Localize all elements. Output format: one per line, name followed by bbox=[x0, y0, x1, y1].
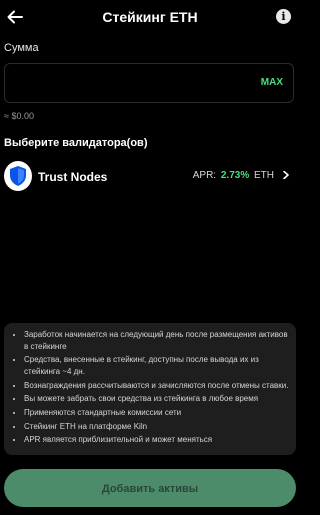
trust-shield-icon bbox=[10, 166, 26, 186]
info-item: Вознаграждения рассчитываются и зачисляю… bbox=[24, 380, 290, 392]
info-item: APR является приблизительной и может мен… bbox=[24, 434, 290, 446]
info-item: Вы можете забрать свои средства из стейк… bbox=[24, 393, 290, 405]
amount-label: Сумма bbox=[4, 42, 39, 54]
apr-label: APR: bbox=[192, 170, 217, 181]
apr-value: 2.73% bbox=[220, 170, 250, 181]
amount-input[interactable] bbox=[13, 72, 237, 96]
apr-token: ETH bbox=[254, 170, 274, 181]
info-icon[interactable]: i bbox=[276, 9, 291, 24]
info-item: Применяются стандартные комиссии сети bbox=[24, 407, 290, 419]
validator-name: Trust Nodes bbox=[38, 170, 108, 184]
staking-info-panel: Заработок начинается на следующий день п… bbox=[4, 323, 296, 455]
validator-section-label: Выберите валидатора(ов) bbox=[4, 137, 148, 149]
chevron-right-icon bbox=[283, 171, 289, 179]
add-assets-button[interactable]: Добавить активы bbox=[4, 469, 296, 507]
info-item: Стейкинг ETH на платформе Kiln bbox=[24, 421, 290, 433]
info-item: Средства, внесенные в стейкинг, доступны… bbox=[24, 354, 290, 378]
fiat-value: ≈ $0.00 bbox=[4, 111, 34, 121]
validator-avatar bbox=[4, 161, 32, 191]
top-bar: Стейкинг ETH i bbox=[0, 0, 300, 36]
validator-row[interactable]: Trust Nodes APR: 2.73% ETH bbox=[4, 160, 296, 194]
amount-field-container: MAX bbox=[4, 63, 294, 103]
page-title: Стейкинг ETH bbox=[102, 9, 198, 25]
info-list: Заработок начинается на следующий день п… bbox=[4, 323, 296, 446]
validator-apr: APR: 2.73% ETH bbox=[193, 170, 274, 181]
max-button[interactable]: MAX bbox=[261, 77, 283, 88]
info-item: Заработок начинается на следующий день п… bbox=[24, 329, 290, 353]
